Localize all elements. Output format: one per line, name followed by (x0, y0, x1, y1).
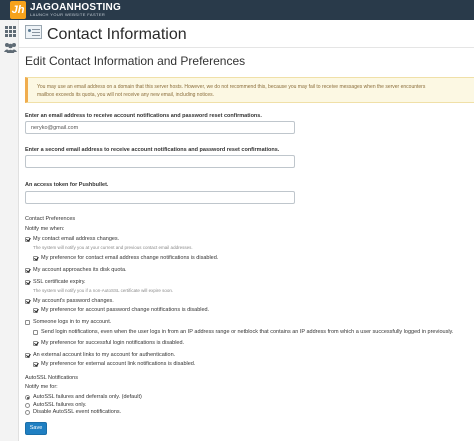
logo-icon[interactable]: Jh (10, 1, 26, 19)
pref-label: My preference for successful login notif… (41, 340, 185, 346)
pref-label: My preference for contact email address … (41, 255, 219, 261)
pref-label: An external account links to my account … (33, 352, 176, 358)
warning-line: You may use an email address on a domain… (37, 84, 426, 90)
contact-card-icon (25, 25, 42, 39)
pushbullet-label: An access token for Pushbullet. (25, 182, 109, 188)
radio[interactable] (25, 403, 30, 408)
pref-label: Send login notifications, even when the … (41, 329, 454, 335)
top-bar: Jh JAGOANHOSTING LAUNCH YOUR WEBSITE FAS… (0, 0, 474, 20)
email1-field[interactable] (25, 121, 295, 134)
grid-icon[interactable] (5, 26, 16, 37)
contact-preferences-title: Contact Preferences (25, 216, 76, 222)
pref-label: My preference for external account link … (41, 361, 196, 367)
option-label: AutoSSL failures and deferrals only. (de… (33, 394, 142, 400)
pref-label: My preference for account password chang… (41, 307, 210, 313)
pref-label: My account's password changes. (33, 298, 114, 304)
radio[interactable] (25, 410, 30, 415)
pref-note: The system will notify you at your curre… (33, 245, 193, 250)
pref-label: Someone logs in to my account. (33, 319, 112, 325)
checkbox[interactable] (25, 353, 30, 358)
checkbox[interactable] (25, 237, 30, 242)
checkbox[interactable] (25, 320, 30, 325)
checkbox[interactable] (25, 280, 30, 285)
notify-me-when-label: Notify me when: (25, 226, 65, 232)
checkbox[interactable] (33, 330, 38, 335)
pref-note: The system will notify you if a non-Auto… (33, 288, 174, 293)
pushbullet-field[interactable] (25, 191, 295, 204)
checkbox[interactable] (25, 268, 30, 273)
option-label: AutoSSL failures only. (33, 402, 87, 408)
email1-label: Enter an email address to receive accoun… (25, 113, 262, 119)
notify-me-for-label: Notify me for: (25, 384, 58, 390)
checkbox[interactable] (25, 299, 30, 304)
checkbox[interactable] (33, 256, 38, 261)
section-title: Edit Contact Information and Preferences (25, 54, 246, 68)
pref-label: My contact email address changes. (33, 236, 120, 242)
warning-alert: You may use an email address on a domain… (25, 77, 474, 103)
sidebar (0, 20, 19, 441)
checkbox[interactable] (33, 308, 38, 313)
radio[interactable] (25, 395, 30, 400)
email2-field[interactable] (25, 155, 295, 168)
pref-label: My account approaches its disk quota. (33, 267, 127, 273)
checkbox[interactable] (33, 341, 38, 346)
email2-label: Enter a second email address to receive … (25, 147, 280, 153)
users-icon[interactable] (3, 42, 18, 53)
option-label: Disable AutoSSL event notifications. (33, 409, 122, 415)
checkbox[interactable] (33, 362, 38, 367)
save-button[interactable]: Save (25, 422, 47, 435)
brand-tagline: LAUNCH YOUR WEBSITE FASTER (30, 12, 106, 17)
warning-line: mailbox exceeds its quota, you will not … (37, 92, 215, 98)
page-header: Contact Information (19, 20, 474, 48)
autossl-title: AutoSSL Notifications (25, 375, 78, 381)
pref-label: SSL certificate expiry. (33, 279, 86, 285)
page-title: Contact Information (47, 26, 187, 43)
